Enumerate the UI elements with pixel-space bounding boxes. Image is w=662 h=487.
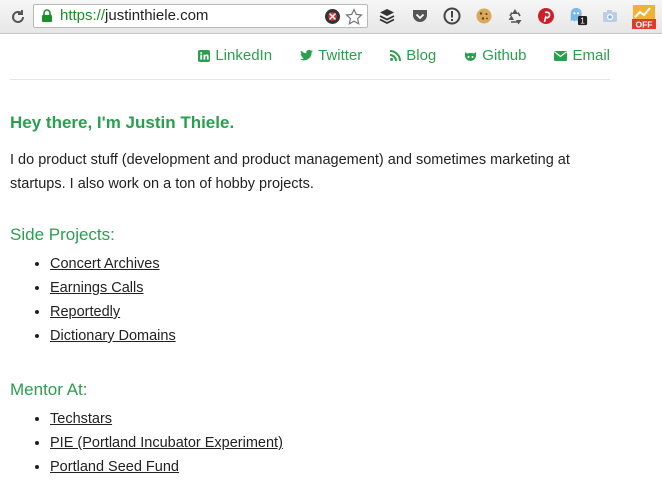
divider xyxy=(10,79,610,80)
mentor-list: Techstars PIE (Portland Incubator Experi… xyxy=(10,407,610,479)
github-icon xyxy=(465,51,477,61)
camera-icon[interactable] xyxy=(600,6,620,26)
project-link-concert-archives[interactable]: Concert Archives xyxy=(50,256,160,272)
intro-text: I do product stuff (development and prod… xyxy=(10,152,570,192)
hero-section: Hey there, I'm Justin Thiele. I do produ… xyxy=(10,112,610,196)
star-icon[interactable] xyxy=(345,8,363,25)
side-projects-list: Concert Archives Earnings Calls Reported… xyxy=(10,252,610,348)
github-label: Github xyxy=(482,47,527,64)
pinterest-icon[interactable] xyxy=(536,6,556,26)
buffer-icon[interactable] xyxy=(377,6,397,26)
twitter-label: Twitter xyxy=(318,47,363,64)
side-projects-heading: Side Projects: xyxy=(10,225,115,244)
linkedin-label: LinkedIn xyxy=(215,47,273,64)
mentor-section: Mentor At: Techstars PIE (Portland Incub… xyxy=(10,379,610,479)
pocket-icon[interactable] xyxy=(410,6,430,26)
browser-toolbar: https://justinthiele.com 1 OFF xyxy=(0,0,662,34)
project-link-dictionary-domains[interactable]: Dictionary Domains xyxy=(50,328,176,344)
email-link[interactable]: Email xyxy=(554,47,610,64)
list-item: Dictionary Domains xyxy=(50,324,610,348)
social-nav: LinkedIn Twitter Blog Github Email xyxy=(170,47,610,64)
url-text[interactable]: https://justinthiele.com xyxy=(60,7,208,25)
ghost-badge: 1 xyxy=(580,17,585,26)
mentor-link-techstars[interactable]: Techstars xyxy=(50,411,112,427)
twitter-icon xyxy=(300,50,314,61)
list-item: Techstars xyxy=(50,407,610,431)
list-item: Reportedly xyxy=(50,300,610,324)
blog-label: Blog xyxy=(406,47,437,64)
blocked-icon[interactable] xyxy=(324,8,341,25)
address-bar[interactable]: https://justinthiele.com xyxy=(33,4,368,28)
mentor-heading: Mentor At: xyxy=(10,380,88,399)
page-title: Hey there, I'm Justin Thiele. xyxy=(10,113,235,132)
cookie-icon[interactable] xyxy=(474,6,494,26)
list-item: Concert Archives xyxy=(50,252,610,276)
blog-link[interactable]: Blog xyxy=(390,47,436,64)
linkedin-icon xyxy=(198,49,211,62)
project-link-earnings-calls[interactable]: Earnings Calls xyxy=(50,280,144,296)
list-item: PIE (Portland Incubator Experiment) xyxy=(50,431,610,455)
recycle-icon[interactable] xyxy=(505,6,525,26)
email-label: Email xyxy=(572,47,610,64)
mentor-link-portland-seed-fund[interactable]: Portland Seed Fund xyxy=(50,459,179,475)
project-link-reportedly[interactable]: Reportedly xyxy=(50,304,120,320)
url-host: justinthiele.com xyxy=(105,7,209,24)
list-item: Earnings Calls xyxy=(50,276,610,300)
ghost-icon[interactable]: 1 xyxy=(568,6,588,26)
url-scheme: https:// xyxy=(60,7,106,24)
reload-icon[interactable] xyxy=(8,7,28,27)
lock-icon xyxy=(40,9,54,23)
envelope-icon xyxy=(554,50,568,61)
info-icon[interactable] xyxy=(442,6,462,26)
mentor-link-pie[interactable]: PIE (Portland Incubator Experiment) xyxy=(50,435,283,451)
off-badge: OFF xyxy=(636,20,653,30)
rss-icon xyxy=(390,50,402,61)
twitter-link[interactable]: Twitter xyxy=(300,47,362,64)
linkedin-link[interactable]: LinkedIn xyxy=(198,47,272,64)
side-projects-section: Side Projects: Concert Archives Earnings… xyxy=(10,224,610,348)
list-item: Portland Seed Fund xyxy=(50,455,610,479)
chart-off-icon[interactable]: OFF xyxy=(632,4,656,30)
github-link[interactable]: Github xyxy=(464,47,526,64)
